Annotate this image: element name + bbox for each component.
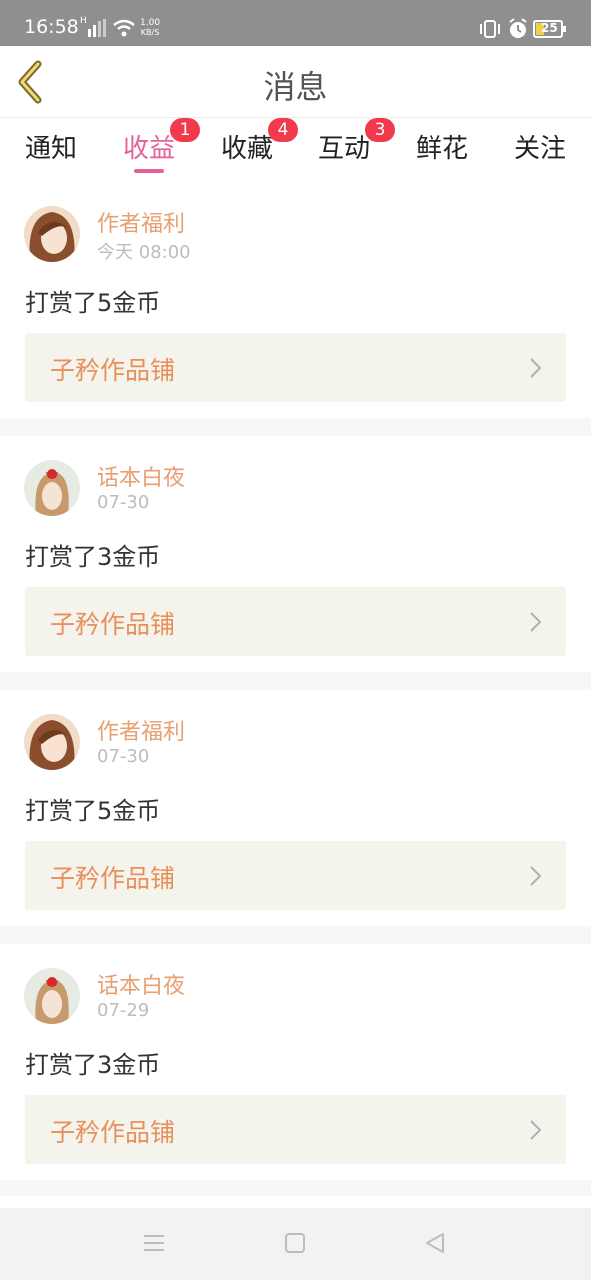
message-text: 打赏了3金币	[25, 543, 161, 571]
shop-name: 子矜作品铺	[50, 864, 176, 893]
sender-name[interactable]: 话本白夜	[97, 460, 185, 492]
tab-label: 关注	[513, 134, 566, 164]
message-card-partial	[0, 1196, 591, 1208]
shop-link[interactable]: 子矜作品铺	[25, 333, 566, 402]
active-tab-indicator	[134, 169, 164, 173]
chevron-right-icon	[530, 1120, 542, 1140]
tab-earnings[interactable]: 收益 1	[104, 118, 200, 173]
unread-badge: 3	[365, 118, 395, 142]
tab-label: 收益	[122, 134, 175, 164]
message-time: 今天 08:00	[97, 242, 191, 263]
sender-name[interactable]: 作者福利	[97, 206, 185, 238]
network-speed: 1.00 KB/S	[140, 18, 160, 38]
tab-follows[interactable]: 关注	[495, 128, 585, 165]
tab-favorites[interactable]: 收藏 4	[202, 118, 298, 165]
battery-icon: 25	[533, 20, 566, 38]
speed-unit: KB/S	[140, 28, 160, 37]
avatar[interactable]	[24, 968, 80, 1024]
avatar[interactable]	[24, 460, 80, 516]
girl-avatar-brown-hair-icon	[24, 714, 80, 770]
signal-icon	[88, 19, 106, 37]
message-card: 作者福利 07-30 打赏了5金币 子矜作品铺	[0, 690, 591, 926]
message-text: 打赏了3金币	[25, 1051, 161, 1079]
chevron-right-icon	[530, 866, 542, 886]
message-tabs: 通知 收益 1 收藏 4 互动 3 鲜花 关注	[0, 118, 591, 182]
avatar[interactable]	[24, 206, 80, 262]
message-text: 打赏了5金币	[25, 289, 161, 317]
status-time: 16:58	[24, 16, 79, 38]
message-card: 话本白夜 07-29 打赏了3金币 子矜作品铺	[0, 944, 591, 1180]
shop-name: 子矜作品铺	[50, 610, 176, 639]
tab-interactions[interactable]: 互动 3	[299, 118, 395, 165]
chevron-right-icon	[530, 358, 542, 378]
message-text: 打赏了5金币	[25, 797, 161, 825]
speed-value: 1.00	[140, 18, 161, 28]
girl-avatar-brown-hair-icon	[24, 206, 80, 262]
message-card: 话本白夜 07-30 打赏了3金币 子矜作品铺	[0, 436, 591, 672]
unread-badge: 1	[170, 118, 200, 142]
shop-link[interactable]: 子矜作品铺	[25, 587, 566, 656]
avatar[interactable]	[24, 714, 80, 770]
shop-link[interactable]: 子矜作品铺	[25, 841, 566, 910]
chevron-right-icon	[530, 612, 542, 632]
wifi-icon	[113, 19, 135, 37]
vibrate-icon	[480, 20, 500, 38]
menu-icon[interactable]	[143, 1232, 165, 1254]
home-square-icon[interactable]	[284, 1232, 306, 1254]
network-type: H	[80, 16, 87, 26]
sender-name[interactable]: 话本白夜	[97, 968, 185, 1000]
tab-notifications[interactable]: 通知	[6, 128, 96, 165]
tab-label: 收藏	[220, 134, 273, 164]
message-time: 07-30	[97, 492, 150, 513]
top-bar: 消息	[0, 46, 591, 118]
tab-label: 互动	[317, 134, 370, 164]
battery-level: 25	[541, 21, 558, 35]
sender-name[interactable]: 作者福利	[97, 714, 185, 746]
message-time: 07-29	[97, 1000, 150, 1021]
shop-name: 子矜作品铺	[50, 356, 176, 385]
page-title: 消息	[263, 68, 328, 106]
unread-badge: 4	[268, 118, 298, 142]
message-time: 07-30	[97, 746, 150, 767]
status-bar: 16:58 H 1.00 KB/S 25	[0, 0, 591, 46]
alarm-icon	[509, 18, 527, 38]
shop-name: 子矜作品铺	[50, 1118, 176, 1147]
girl-avatar-red-bow-icon	[24, 968, 80, 1024]
tab-label: 通知	[24, 134, 77, 164]
shop-link[interactable]: 子矜作品铺	[25, 1095, 566, 1164]
back-triangle-icon[interactable]	[424, 1232, 446, 1254]
tab-flowers[interactable]: 鲜花	[397, 128, 487, 165]
girl-avatar-red-bow-icon	[24, 460, 80, 516]
message-card: 作者福利 今天 08:00 打赏了5金币 子矜作品铺	[0, 182, 591, 418]
tab-label: 鲜花	[415, 134, 468, 164]
system-nav-bar	[0, 1208, 591, 1280]
